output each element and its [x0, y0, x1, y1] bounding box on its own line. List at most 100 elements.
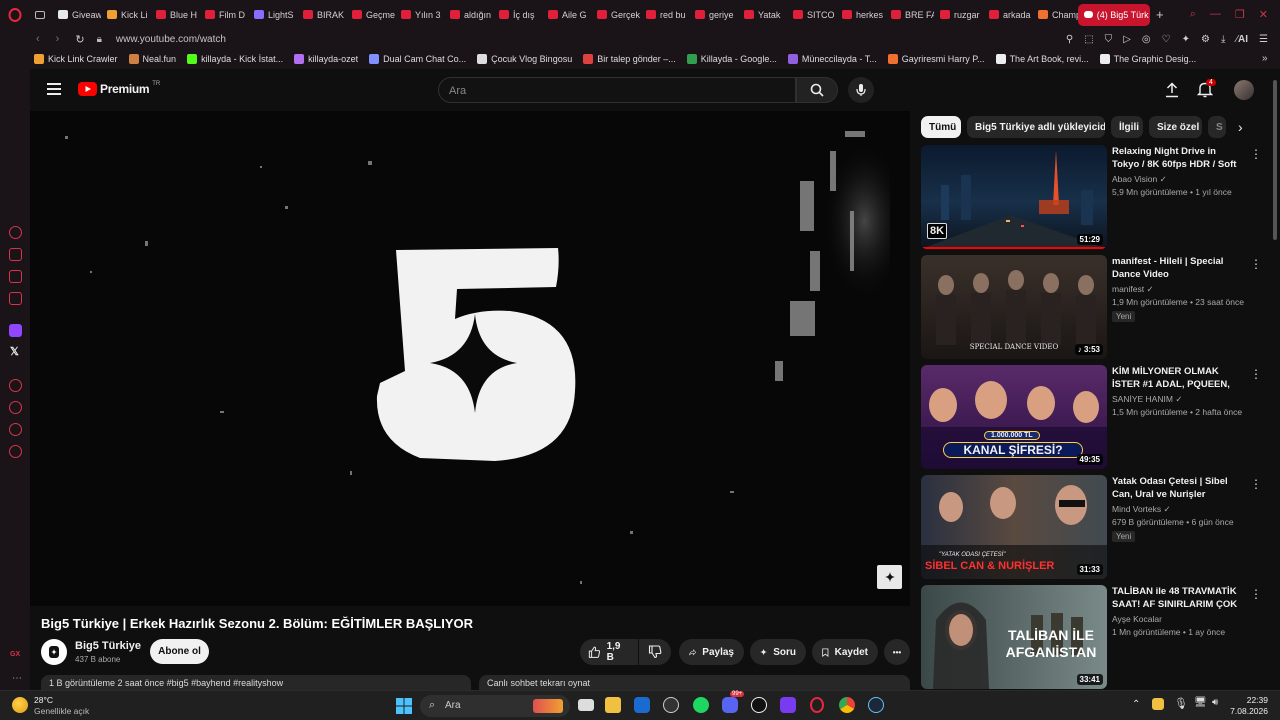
tab[interactable]: Aile G — [542, 4, 591, 26]
sidebar-m-icon[interactable] — [9, 292, 22, 305]
tab-active[interactable]: (4) Big5 Türk — [1077, 3, 1150, 26]
app-icon[interactable] — [663, 697, 679, 713]
chip-related[interactable]: İlgili — [1111, 116, 1143, 138]
list-item[interactable]: SPECIAL DANCE VIDEO ♪ 3:53 manifest - Hi… — [921, 255, 1266, 359]
pin-icon[interactable]: ⚲ — [1066, 34, 1073, 45]
tab[interactable]: BRE FA — [885, 4, 934, 26]
tab[interactable]: Champ — [1032, 4, 1078, 26]
start-button[interactable] — [396, 698, 412, 719]
video-thumbnail[interactable]: "YATAK ODASI ÇETESİ" SİBEL CAN & NURİŞLE… — [921, 475, 1107, 579]
chip-from-uploader[interactable]: Big5 Türkiye adlı yükleyiciden — [967, 116, 1105, 138]
more-options-icon[interactable]: ⋮ — [1250, 587, 1262, 601]
sidebar-instagram-icon[interactable] — [9, 270, 22, 283]
video-thumbnail[interactable]: TALİBAN İLE AFGANİSTAN 33:41 — [921, 585, 1107, 689]
bookmark-item[interactable]: Kick Link Crawler — [34, 54, 118, 64]
bookmark-item[interactable]: killayda-ozet — [294, 54, 358, 64]
tab[interactable]: İç dış — [493, 4, 542, 26]
video-title[interactable]: Yatak Odası Çetesi | Sibel Can, Ural ve … — [1112, 475, 1240, 501]
save-button[interactable]: Kaydet — [812, 639, 878, 665]
tab[interactable]: Gerçek — [591, 4, 640, 26]
tab[interactable]: ruzgar — [934, 4, 983, 26]
tab[interactable]: Kick Li — [101, 4, 150, 26]
back-icon[interactable]: ‹ — [36, 33, 40, 46]
sidebar-settings-icon[interactable] — [9, 445, 22, 458]
search-input[interactable]: Ara — [438, 77, 796, 103]
tab[interactable]: Blue H — [150, 4, 199, 26]
forward-icon[interactable]: › — [56, 33, 60, 46]
more-options-icon[interactable]: ⋮ — [1250, 257, 1262, 271]
like-button[interactable]: 1,9 B — [580, 639, 638, 665]
chip-all[interactable]: Tümü — [921, 116, 961, 138]
channel-watermark[interactable] — [877, 565, 902, 589]
video-title[interactable]: manifest - Hileli | Special Dance Video — [1112, 255, 1240, 281]
screenshot-icon[interactable]: ⬚ — [1084, 34, 1093, 45]
bookmark-item[interactable]: Gayriresmi Harry P... — [887, 54, 985, 64]
list-item[interactable]: "YATAK ODASI ÇETESİ" SİBEL CAN & NURİŞLE… — [921, 475, 1266, 579]
settings-icon[interactable]: ⚙ — [1201, 34, 1210, 45]
share-button[interactable]: Paylaş — [679, 639, 744, 665]
more-actions-button[interactable]: ••• — [884, 639, 910, 665]
sidebar-cube-icon[interactable] — [9, 423, 22, 436]
microphone-tray-icon[interactable]: 🎙︎ — [1174, 697, 1188, 710]
voice-search-button[interactable] — [848, 77, 874, 103]
mail-icon[interactable] — [634, 697, 650, 713]
tab[interactable]: Geçme — [346, 4, 395, 26]
more-options-icon[interactable]: ⋮ — [1250, 367, 1262, 381]
channel-name[interactable]: manifest ✓ — [1112, 284, 1154, 295]
hamburger-menu-icon[interactable] — [47, 83, 61, 95]
video-thumbnail[interactable]: 1.000.000 TL KANAL ŞİFRESİ? 49:35 — [921, 365, 1107, 469]
new-tab-button[interactable]: + — [1150, 7, 1170, 22]
taskbar-search-input[interactable]: ⌕ Ara — [420, 695, 570, 717]
bookmark-item[interactable]: Müneccilayda - T... — [787, 54, 877, 64]
grid-app-icon[interactable] — [780, 697, 796, 713]
notifications-button[interactable]: 4 — [1196, 79, 1216, 103]
bookmark-item[interactable]: Neal.fun — [128, 54, 176, 64]
dislike-button[interactable] — [639, 639, 671, 665]
bookmark-item[interactable]: Dual Cam Chat Co... — [369, 54, 466, 64]
tab[interactable]: LightS — [248, 4, 297, 26]
more-options-icon[interactable]: ⋮ — [1250, 477, 1262, 491]
sidebar-shop-icon[interactable] — [9, 248, 22, 261]
video-title[interactable]: Relaxing Night Drive in Tokyo / 8K 60fps… — [1112, 145, 1240, 172]
g-app-icon[interactable] — [751, 697, 767, 713]
channel-name[interactable]: Abao Vision ✓ — [1112, 174, 1167, 185]
bookmark-item[interactable]: The Graphic Desig... — [1099, 54, 1196, 64]
spotify-icon[interactable] — [693, 697, 709, 713]
maximize-icon[interactable]: ❐ — [1235, 8, 1245, 21]
avatar[interactable] — [1234, 80, 1254, 100]
play-icon[interactable]: ▷ — [1123, 34, 1131, 45]
list-item[interactable]: 8K 51:29 Relaxing Night Drive in Tokyo /… — [921, 145, 1266, 249]
more-options-icon[interactable]: ⋮ — [1250, 147, 1262, 161]
channel-name[interactable]: Mind Vorteks ✓ — [1112, 504, 1171, 515]
list-item[interactable]: TALİBAN İLE AFGANİSTAN 33:41 TALİBAN ile… — [921, 585, 1266, 690]
bookmarks-overflow-icon[interactable]: » — [1262, 53, 1268, 64]
tab-workspace-icon[interactable] — [30, 4, 52, 26]
chips-next-icon[interactable]: › — [1238, 119, 1243, 135]
tab[interactable]: aldığın — [444, 4, 493, 26]
upload-button[interactable] — [1165, 82, 1179, 103]
tab[interactable]: arkada — [983, 4, 1032, 26]
tray-app-icon[interactable] — [1152, 698, 1164, 710]
ai-button[interactable]: ⁄AI — [1236, 34, 1248, 45]
bookmark-item[interactable]: killayda - Kick İstat... — [187, 54, 283, 64]
channel-name[interactable]: SANİYE HANIM ✓ — [1112, 394, 1182, 405]
sidebar-more-icon[interactable]: ⋯ — [12, 673, 22, 684]
video-title[interactable]: TALİBAN ile 48 TRAVMATİK SAAT! AF SINIRL… — [1112, 585, 1240, 612]
shield-icon[interactable]: ⛉ — [1105, 34, 1113, 45]
tab[interactable]: Giveaw — [52, 4, 101, 26]
bookmark-item[interactable]: Bir talep gönder –... — [583, 54, 676, 64]
camera-icon[interactable]: ◎ — [1142, 34, 1151, 45]
weather-temp[interactable]: 28°C — [34, 695, 53, 705]
volume-icon[interactable]: 🔊︎ — [1212, 697, 1218, 708]
extensions-icon[interactable]: ✦ — [1182, 34, 1190, 45]
sidebar-twitch-icon[interactable] — [9, 324, 22, 337]
minimize-icon[interactable]: — — [1210, 8, 1221, 21]
tab[interactable]: geriye — [689, 4, 738, 26]
youtube-premium-logo[interactable]: Premium TR — [78, 81, 160, 96]
channel-name[interactable]: Ayşe Kocalar — [1112, 614, 1162, 624]
chrome-icon[interactable] — [839, 697, 855, 713]
heart-icon[interactable]: ♡ — [1162, 34, 1171, 45]
steam-icon[interactable] — [868, 697, 884, 713]
bookmark-item[interactable]: Killayda - Google... — [686, 54, 777, 64]
tray-overflow-icon[interactable]: ⌃ — [1132, 699, 1140, 710]
